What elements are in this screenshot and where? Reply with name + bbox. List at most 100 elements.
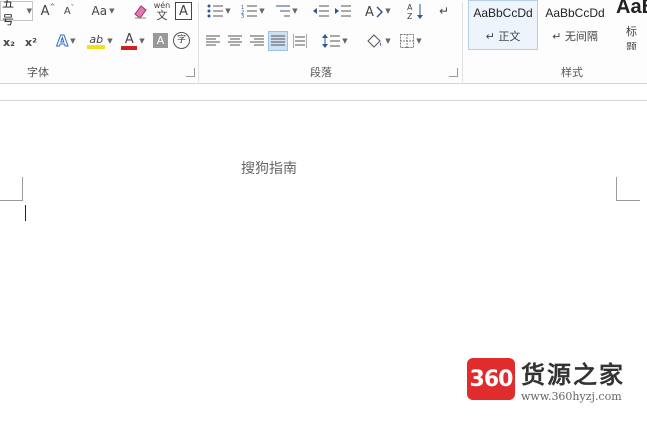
- bullets-icon: [207, 4, 224, 18]
- chevron-down-icon: ▼: [107, 36, 113, 45]
- font-color-icon: A: [121, 31, 138, 50]
- char-shading-button[interactable]: A: [153, 33, 168, 48]
- style-name: 标题: [626, 24, 637, 51]
- superscript-icon: x²: [25, 35, 37, 49]
- text-effects-button[interactable]: A ▼: [52, 32, 80, 50]
- watermark-url: www.360hyzj.com: [521, 390, 622, 403]
- font-color-text: A: [124, 31, 134, 47]
- style-name: ↵ 无间隔: [552, 30, 598, 43]
- watermark-title: 货源之家: [521, 360, 625, 389]
- chevron-down-icon: ▼: [70, 36, 76, 45]
- bullets-button[interactable]: ▼: [206, 2, 232, 20]
- subscript-button[interactable]: x₂: [2, 34, 16, 50]
- font-color-swatch: [121, 45, 138, 50]
- show-marks-button[interactable]: ↵: [438, 2, 450, 20]
- change-case-button[interactable]: Aa ▼: [88, 3, 118, 19]
- caret-up-icon: ^: [49, 2, 56, 11]
- svg-text:3: 3: [241, 14, 244, 18]
- align-right-button[interactable]: [249, 33, 265, 49]
- chevron-down-icon: ▼: [342, 36, 348, 45]
- justify-button[interactable]: [268, 31, 288, 51]
- highlight-text: ab: [89, 32, 104, 46]
- group-separator: [462, 2, 463, 82]
- phonetic-guide-button[interactable]: wén 文: [152, 1, 172, 21]
- style-name: ↵ 正文: [485, 30, 521, 43]
- chevron-down-icon: ▼: [26, 7, 32, 15]
- chevron-down-icon: ▼: [225, 6, 231, 15]
- char-border-icon: A: [179, 3, 188, 19]
- change-case-icon: Aa: [91, 4, 108, 18]
- clear-format-button[interactable]: [131, 2, 149, 20]
- line-spacing-button[interactable]: ▼: [320, 32, 350, 50]
- highlight-button[interactable]: ab ▼: [85, 31, 115, 51]
- svg-text:A: A: [365, 5, 374, 18]
- pilcrow-icon: ↵: [438, 4, 450, 18]
- align-center-button[interactable]: [227, 33, 243, 49]
- watermark-logo: 360 货源之家 www.360hyzj.com: [467, 355, 625, 403]
- watermark-text: 货源之家 www.360hyzj.com: [521, 355, 625, 403]
- style-sample: AaBbCcDd: [545, 6, 605, 20]
- document-heading: 搜狗指南: [241, 161, 297, 177]
- increase-indent-button[interactable]: [335, 3, 351, 19]
- justify-icon: [271, 35, 285, 46]
- font-color-button[interactable]: A ▼: [118, 31, 148, 51]
- margin-corner-left: [0, 177, 23, 201]
- shrink-font-button[interactable]: Aˇ: [62, 4, 76, 20]
- line-spacing-icon: [322, 34, 341, 48]
- style-sample: AaBbCcDd: [473, 6, 533, 20]
- decrease-indent-icon: [313, 5, 329, 17]
- sort-icon: AZ: [407, 3, 423, 20]
- caret-down-small-icon: ˇ: [70, 3, 75, 12]
- chinese-layout-icon: A: [365, 5, 384, 18]
- chevron-down-icon: ▼: [139, 36, 145, 45]
- chevron-down-icon: ▼: [385, 6, 391, 15]
- increase-indent-icon: [335, 5, 351, 17]
- text-cursor: [25, 205, 26, 221]
- shrink-font-icon: A: [63, 6, 71, 17]
- distributed-icon: [293, 34, 307, 48]
- sort-button[interactable]: AZ: [407, 1, 425, 21]
- align-right-icon: [250, 35, 264, 46]
- numbering-icon: 123: [241, 5, 258, 18]
- highlight-swatch: [87, 44, 106, 49]
- paragraph-dialog-launcher-icon[interactable]: [449, 68, 458, 77]
- borders-button[interactable]: ▼: [397, 32, 425, 50]
- watermark-badge: 360: [467, 358, 515, 400]
- align-left-button[interactable]: [205, 33, 221, 49]
- chinese-layout-button[interactable]: A ▼: [364, 2, 392, 20]
- align-center-icon: [228, 35, 242, 46]
- shading-button[interactable]: ▼: [364, 31, 392, 51]
- style-normal[interactable]: AaBbCcDd ↵ 正文: [468, 0, 538, 50]
- grow-font-icon: A: [40, 3, 50, 19]
- distributed-button[interactable]: [292, 33, 308, 49]
- font-size-value: 五号: [2, 0, 15, 27]
- borders-icon: [400, 34, 415, 48]
- font-dialog-launcher-icon[interactable]: [186, 68, 195, 77]
- grow-font-button[interactable]: A ^: [40, 3, 56, 19]
- highlight-icon: ab: [87, 32, 106, 49]
- svg-text:Z: Z: [407, 12, 413, 20]
- style-heading[interactable]: AaB 标题: [612, 0, 647, 50]
- ribbon: 五号 ▼ A ^ Aˇ Aa ▼ wén 文 A x₂ x² A ▼ ab ▼ A ▼: [0, 0, 647, 84]
- multilevel-list-button[interactable]: ▼: [272, 2, 300, 20]
- subscript-icon: x₂: [3, 35, 15, 49]
- margin-corner-right: [616, 177, 640, 201]
- phonetic-bottom-text: 文: [156, 8, 168, 22]
- style-no-spacing[interactable]: AaBbCcDd ↵ 无间隔: [540, 0, 610, 50]
- decrease-indent-button[interactable]: [313, 3, 329, 19]
- char-shading-icon: A: [156, 34, 165, 47]
- group-separator: [198, 2, 199, 82]
- enclose-char-button[interactable]: 字: [173, 32, 190, 49]
- multilevel-list-icon: [276, 5, 291, 17]
- styles-group-label: 样式: [561, 66, 583, 79]
- paragraph-group-label: 段落: [310, 66, 332, 79]
- font-group-label: 字体: [27, 66, 49, 79]
- align-left-icon: [206, 35, 220, 46]
- superscript-button[interactable]: x²: [23, 34, 39, 50]
- font-size-box[interactable]: 五号 ▼: [0, 0, 33, 27]
- numbering-button[interactable]: 1 2 3 ▼: [239, 2, 267, 20]
- chevron-down-icon: ▼: [385, 36, 391, 45]
- char-border-button[interactable]: A: [175, 2, 192, 20]
- style-sample: AaB: [616, 0, 647, 18]
- chevron-down-icon: ▼: [416, 36, 422, 45]
